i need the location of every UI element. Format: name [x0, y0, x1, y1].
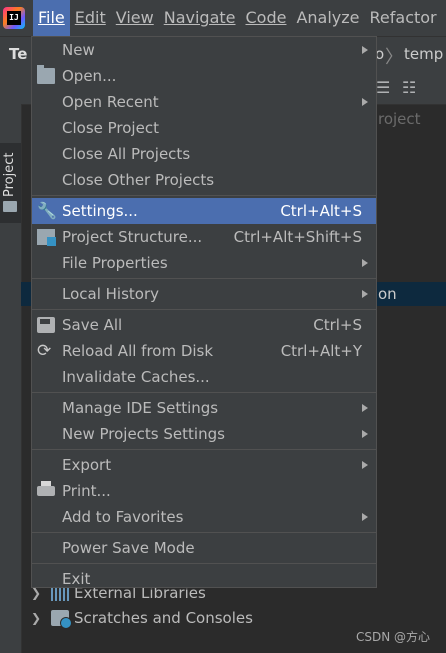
menu-item-project-structure[interactable]: Project Structure... Ctrl+Alt+Shift+S: [32, 224, 376, 250]
tree-item-scratches[interactable]: ❯ Scratches and Consoles: [21, 606, 446, 630]
left-tool-strip: Project: [0, 71, 22, 653]
open-folder-icon: [37, 65, 55, 84]
menu-refactor[interactable]: Refactor: [365, 0, 442, 36]
menu-item-label: Manage IDE Settings: [62, 399, 219, 417]
menu-item-reload-all[interactable]: ⟳ Reload All from Disk Ctrl+Alt+Y: [32, 338, 376, 364]
menu-navigate[interactable]: Navigate: [159, 0, 241, 36]
menu-item-label: Close Project: [62, 119, 159, 137]
menu-separator: [32, 195, 376, 196]
watermark: CSDN @方心: [355, 630, 430, 644]
menu-separator: [32, 563, 376, 564]
menu-item-local-history[interactable]: Local History: [32, 281, 376, 307]
menu-item-open-recent[interactable]: Open Recent: [32, 89, 376, 115]
menu-separator: [32, 392, 376, 393]
menu-item-add-to-favorites[interactable]: Add to Favorites: [32, 504, 376, 530]
menu-item-label: Open...: [62, 67, 117, 85]
shortcut-label: Ctrl+Alt+S: [280, 202, 362, 220]
menu-analyze[interactable]: Analyze: [291, 0, 364, 36]
menu-item-file-properties[interactable]: File Properties: [32, 250, 376, 276]
scratches-icon: [51, 610, 72, 629]
menu-item-label: Invalidate Caches...: [62, 368, 210, 386]
menu-item-label: Close All Projects: [62, 145, 191, 163]
tree-item-label: Scratches and Consoles: [74, 609, 253, 627]
menu-item-label: Save All: [62, 316, 123, 334]
menu-item-label: Print...: [62, 482, 111, 500]
menu-item-close-other-projects[interactable]: Close Other Projects: [32, 167, 376, 193]
submenu-arrow-icon: [362, 290, 368, 298]
menu-item-export[interactable]: Export: [32, 452, 376, 478]
menu-item-invalidate-caches[interactable]: Invalidate Caches...: [32, 364, 376, 390]
submenu-arrow-icon: [362, 430, 368, 438]
expand-all-icon[interactable]: ☰: [376, 78, 390, 97]
shortcut-label: Ctrl+S: [313, 316, 362, 334]
menu-item-settings[interactable]: 🔧 Settings... Ctrl+Alt+S: [32, 198, 376, 224]
submenu-arrow-icon: [362, 513, 368, 521]
menu-item-new-projects-settings[interactable]: New Projects Settings: [32, 421, 376, 447]
reload-icon: ⟳: [37, 341, 52, 361]
menu-item-label: Export: [62, 456, 112, 474]
submenu-arrow-icon: [362, 259, 368, 267]
menu-item-new[interactable]: New: [32, 37, 376, 63]
menu-item-exit[interactable]: Exit: [32, 566, 376, 592]
menu-item-label: Power Save Mode: [62, 539, 195, 557]
menu-item-close-project[interactable]: Close Project: [32, 115, 376, 141]
menu-item-label: Add to Favorites: [62, 508, 184, 526]
menu-separator: [32, 278, 376, 279]
menu-item-label: File Properties: [62, 254, 168, 272]
menu-edit[interactable]: Edit: [70, 0, 111, 36]
shortcut-label: Ctrl+Alt+Y: [280, 342, 362, 360]
project-structure-icon: [37, 229, 56, 246]
menu-item-label: New: [62, 41, 95, 59]
shortcut-label: Ctrl+Alt+Shift+S: [233, 228, 362, 246]
menu-item-print[interactable]: Print...: [32, 478, 376, 504]
menu-item-label: Open Recent: [62, 93, 159, 111]
menu-item-label: Local History: [62, 285, 160, 303]
folder-icon: [3, 201, 17, 212]
submenu-arrow-icon: [362, 404, 368, 412]
project-tab-label[interactable]: Project: [2, 153, 17, 197]
menu-separator: [32, 449, 376, 450]
menu-item-label: Project Structure...: [62, 228, 203, 246]
submenu-arrow-icon: [362, 98, 368, 106]
breadcrumb-separator-icon: 〉: [385, 47, 403, 68]
menu-code[interactable]: Code: [241, 0, 292, 36]
expand-arrow-icon[interactable]: ❯: [31, 611, 45, 625]
menu-separator: [32, 309, 376, 310]
selected-row-fragment: on: [378, 285, 397, 303]
save-icon: [37, 317, 55, 333]
printer-icon: [37, 481, 55, 496]
menu-item-save-all[interactable]: Save All Ctrl+S: [32, 312, 376, 338]
menu-view[interactable]: View: [111, 0, 159, 36]
menu-item-power-save-mode[interactable]: Power Save Mode: [32, 535, 376, 561]
collapse-all-icon[interactable]: ☷: [402, 78, 416, 97]
menu-item-close-all-projects[interactable]: Close All Projects: [32, 141, 376, 167]
menu-item-manage-ide-settings[interactable]: Manage IDE Settings: [32, 395, 376, 421]
submenu-arrow-icon: [362, 461, 368, 469]
main-menubar: IJ File Edit View Navigate Code Analyze …: [0, 0, 446, 36]
nav-project-name[interactable]: Te: [9, 45, 27, 63]
submenu-arrow-icon: [362, 46, 368, 54]
menu-item-label: New Projects Settings: [62, 425, 225, 443]
menu-item-label: Exit: [62, 570, 91, 588]
intellij-logo-icon: IJ: [3, 7, 25, 29]
file-menu-dropdown: New Open... Open Recent Close Project Cl…: [31, 36, 377, 588]
menu-item-label: Close Other Projects: [62, 171, 215, 189]
menu-separator: [32, 532, 376, 533]
menu-item-label: Settings...: [62, 202, 138, 220]
project-root-fragment: roject: [378, 110, 421, 128]
menu-item-label: Reload All from Disk: [62, 342, 214, 360]
nav-crumb-temp[interactable]: temp: [404, 45, 443, 63]
menu-file[interactable]: File: [33, 0, 70, 36]
wrench-icon: 🔧: [37, 201, 57, 220]
menu-item-open[interactable]: Open...: [32, 63, 376, 89]
